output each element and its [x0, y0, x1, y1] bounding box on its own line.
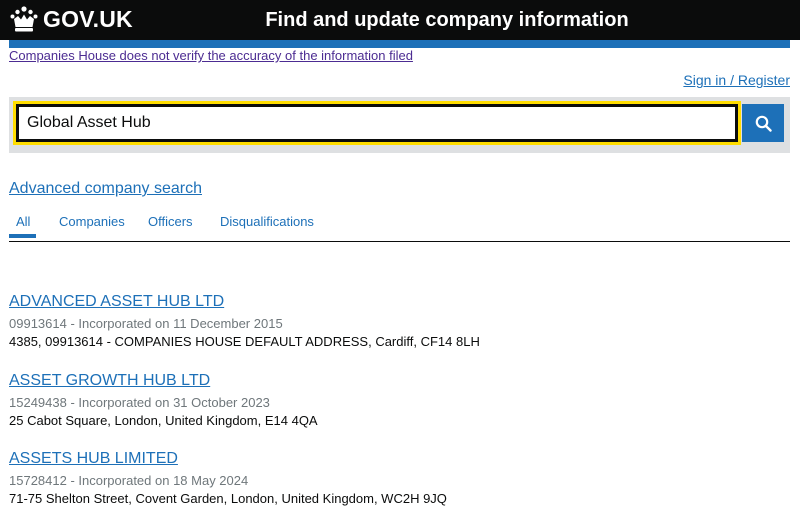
search-panel: [9, 97, 790, 153]
advanced-company-search-link[interactable]: Advanced company search: [9, 180, 202, 198]
search-button[interactable]: [742, 104, 784, 142]
result-company-link[interactable]: ADVANCED ASSET HUB LTD: [9, 293, 480, 311]
result-address: 25 Cabot Square, London, United Kingdom,…: [9, 413, 318, 428]
site-header: GOV.UK Find and update company informati…: [0, 0, 800, 40]
tab-companies[interactable]: Companies: [59, 215, 125, 229]
search-result-item: ASSET GROWTH HUB LTD 15249438 - Incorpor…: [9, 372, 318, 428]
search-icon: [755, 115, 772, 132]
tab-disqualifications[interactable]: Disqualifications: [220, 215, 314, 229]
service-name-link[interactable]: Find and update company information: [0, 7, 800, 33]
result-address: 4385, 09913614 - COMPANIES HOUSE DEFAULT…: [9, 334, 480, 349]
search-input[interactable]: [13, 101, 741, 145]
result-meta: 15249438 - Incorporated on 31 October 20…: [9, 395, 270, 410]
search-result-item: ASSETS HUB LIMITED 15728412 - Incorporat…: [9, 450, 447, 506]
tab-all[interactable]: All: [8, 215, 37, 238]
search-tabs: All Companies Officers Disqualifications: [8, 205, 790, 242]
sign-in-register-link[interactable]: Sign in / Register: [683, 72, 790, 88]
search-result-item: ADVANCED ASSET HUB LTD 09913614 - Incorp…: [9, 293, 480, 349]
result-meta: 15728412 - Incorporated on 18 May 2024: [9, 473, 249, 488]
result-company-link[interactable]: ASSET GROWTH HUB LTD: [9, 372, 318, 390]
result-company-link[interactable]: ASSETS HUB LIMITED: [9, 450, 447, 468]
tab-officers[interactable]: Officers: [148, 215, 193, 229]
disclaimer-link[interactable]: Companies House does not verify the accu…: [9, 48, 413, 64]
result-meta: 09913614 - Incorporated on 11 December 2…: [9, 316, 283, 331]
result-address: 71-75 Shelton Street, Covent Garden, Lon…: [9, 491, 447, 506]
header-blue-bar: [9, 40, 790, 48]
